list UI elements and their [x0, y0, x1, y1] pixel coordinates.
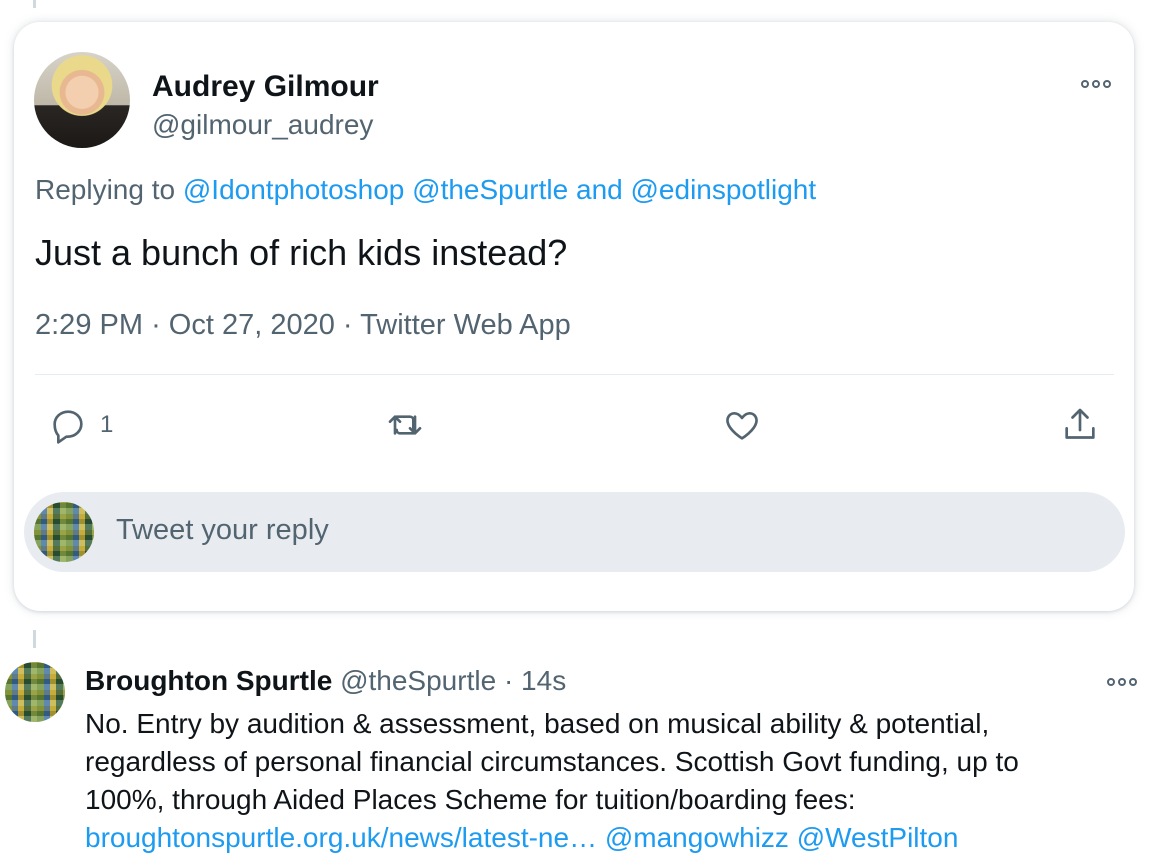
- meta-separator: ·: [342, 309, 353, 341]
- author-name[interactable]: Audrey Gilmour: [152, 70, 379, 104]
- divider: [35, 374, 1114, 375]
- article-link[interactable]: broughtonspurtle.org.uk/news/latest-ne…: [85, 822, 597, 853]
- reply-text-line: 100%, through Aided Places Scheme for tu…: [85, 784, 856, 815]
- reply-composer[interactable]: Tweet your reply: [24, 492, 1125, 572]
- reply-author-handle[interactable]: @theSpurtle: [340, 665, 496, 696]
- thread-connector-bottom: [33, 630, 36, 648]
- reply-more-icon[interactable]: [1104, 674, 1140, 690]
- mention-link-westpilton[interactable]: @WestPilton: [797, 822, 959, 853]
- replying-to: Replying to @Idontphotoshop @theSpurtle …: [35, 174, 816, 206]
- meta-separator: ·: [151, 309, 161, 341]
- share-button[interactable]: [1060, 405, 1100, 445]
- header-separator: ·: [503, 665, 514, 696]
- tweet-text: Just a bunch of rich kids instead?: [35, 232, 568, 273]
- reply-tweet-text: No. Entry by audition & assessment, base…: [85, 705, 1150, 857]
- reply-timestamp[interactable]: 14s: [521, 665, 566, 696]
- reply-author-name[interactable]: Broughton Spurtle: [85, 665, 332, 696]
- reply-text-line: No. Entry by audition & assessment, base…: [85, 708, 990, 739]
- like-button[interactable]: [722, 405, 762, 445]
- reply-links-line: broughtonspurtle.org.uk/news/latest-ne… …: [85, 819, 1150, 857]
- share-icon: [1065, 408, 1095, 439]
- reply-count: 1: [100, 411, 114, 438]
- tweet-time[interactable]: 2:29 PM: [35, 309, 143, 341]
- thread-connector-top: [33, 0, 36, 8]
- mention-link-thespurtle[interactable]: @theSpurtle: [412, 174, 568, 205]
- reply-tweet-header: Broughton Spurtle @theSpurtle · 14s: [85, 665, 566, 697]
- mention-link-idontphotoshop[interactable]: @Idontphotoshop: [183, 174, 404, 205]
- author-avatar[interactable]: [34, 52, 130, 148]
- reply-text-line: regardless of personal financial circums…: [85, 746, 1019, 777]
- more-icon[interactable]: [1078, 76, 1114, 92]
- tweet-date[interactable]: Oct 27, 2020: [169, 309, 335, 341]
- mention-link-edinspotlight[interactable]: @edinspotlight: [631, 174, 817, 205]
- replying-and[interactable]: and: [576, 174, 623, 205]
- reply-icon: [53, 410, 83, 444]
- focused-tweet-card: Audrey Gilmour @gilmour_audrey Replying …: [14, 22, 1134, 611]
- current-user-avatar[interactable]: [34, 502, 94, 562]
- reply-input[interactable]: Tweet your reply: [116, 514, 329, 547]
- reply-button[interactable]: 1: [48, 405, 113, 445]
- reply-author-avatar[interactable]: [5, 662, 65, 722]
- tweet-meta: 2:29 PM · Oct 27, 2020 · Twitter Web App: [35, 309, 571, 342]
- retweet-button[interactable]: [385, 405, 425, 445]
- replying-prefix: Replying to: [35, 174, 176, 205]
- like-icon: [726, 412, 758, 440]
- mention-link-mangowhizz[interactable]: @mangowhizz: [605, 822, 789, 853]
- retweet-icon: [388, 415, 422, 435]
- author-handle[interactable]: @gilmour_audrey: [152, 109, 373, 141]
- tweet-source[interactable]: Twitter Web App: [360, 309, 571, 341]
